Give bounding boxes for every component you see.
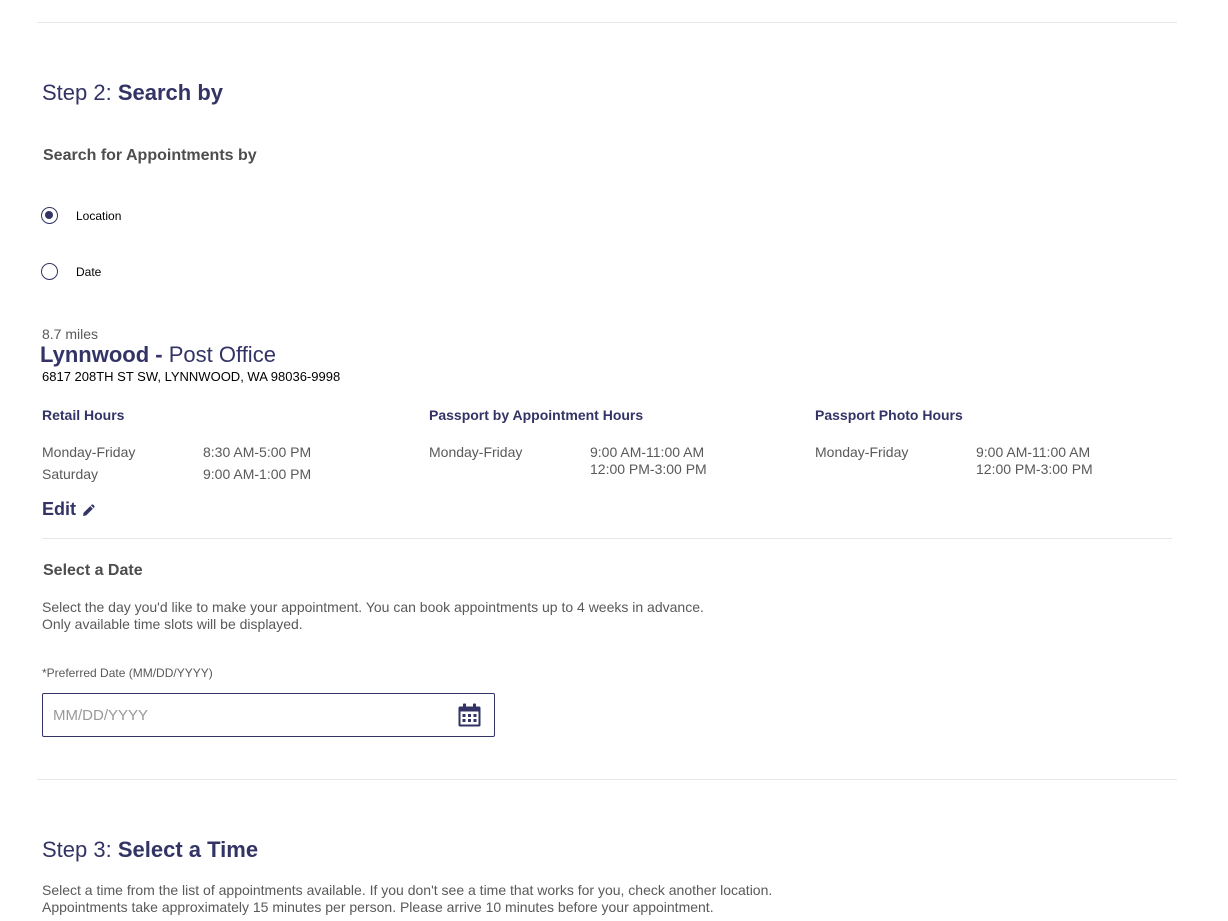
location-name-city: Lynnwood: [40, 342, 150, 367]
step-3-divider: [37, 779, 1177, 780]
calendar-button[interactable]: [456, 702, 482, 728]
preferred-date-field[interactable]: [42, 693, 495, 737]
select-date-desc-1: Select the day you'd like to make your a…: [42, 599, 704, 615]
edit-label: Edit: [42, 499, 76, 519]
passport-hours-title: Passport by Appointment Hours: [429, 407, 644, 423]
retail-hours-time-2: 9:00 AM-1:00 PM: [203, 466, 312, 482]
search-for-heading: Search for Appointments by: [43, 147, 257, 164]
passport-hours-time-1b: 12:00 PM-3:00 PM: [590, 461, 707, 477]
retail-hours-days-1: Monday-Friday: [42, 444, 136, 460]
radio-location-label: Location: [76, 208, 122, 223]
photo-hours-days-1: Monday-Friday: [815, 444, 909, 460]
step-2-prefix: Step 2:: [42, 80, 112, 105]
calendar-icon: [458, 703, 480, 726]
select-date-heading: Select a Date: [43, 562, 143, 579]
preferred-date-label: *Preferred Date (MM/DD/YYYY): [42, 666, 213, 680]
location-divider: [42, 538, 1172, 539]
location-address: 6817 208TH ST SW, LYNNWOOD, WA 98036-999…: [42, 369, 341, 384]
radio-date[interactable]: [41, 263, 58, 280]
step-3-title-bold: Select a Time: [117, 837, 259, 862]
top-divider: [37, 22, 1177, 23]
step-2-title-bold: Search by: [117, 80, 224, 105]
step-3-prefix: Step 3:: [42, 837, 112, 862]
step-3-title: Step 3: Select a Time: [42, 837, 258, 863]
retail-hours-time-1: 8:30 AM-5:00 PM: [203, 444, 312, 460]
passport-hours-days-1: Monday-Friday: [429, 444, 523, 460]
location-distance: 8.7 miles: [42, 326, 99, 342]
radio-date-label: Date: [76, 264, 102, 279]
step-3-desc-1: Select a time from the list of appointme…: [42, 882, 773, 898]
photo-hours-title: Passport Photo Hours: [815, 407, 963, 423]
photo-hours-time-1b: 12:00 PM-3:00 PM: [976, 461, 1093, 477]
passport-hours-time-1a: 9:00 AM-11:00 AM: [590, 444, 705, 460]
location-name-type: Post Office: [168, 342, 276, 367]
radio-location[interactable]: [41, 207, 58, 224]
preferred-date-input[interactable]: [53, 706, 433, 724]
retail-hours-days-2: Saturday: [42, 466, 99, 482]
select-date-desc-2: Only available time slots will be displa…: [42, 616, 303, 632]
retail-hours-title: Retail Hours: [42, 407, 125, 423]
radio-location-option[interactable]: Location: [41, 207, 121, 224]
location-name-separator: -: [149, 342, 169, 367]
edit-location-link[interactable]: Edit: [42, 499, 96, 520]
radio-date-option[interactable]: Date: [41, 263, 101, 280]
step-3-desc-2: Appointments take approximately 15 minut…: [42, 899, 714, 915]
location-name: Lynnwood - Post Office: [40, 342, 276, 368]
pencil-icon: [83, 503, 95, 516]
step-2-title: Step 2: Search by: [42, 80, 223, 106]
photo-hours-time-1a: 9:00 AM-11:00 AM: [976, 444, 1091, 460]
